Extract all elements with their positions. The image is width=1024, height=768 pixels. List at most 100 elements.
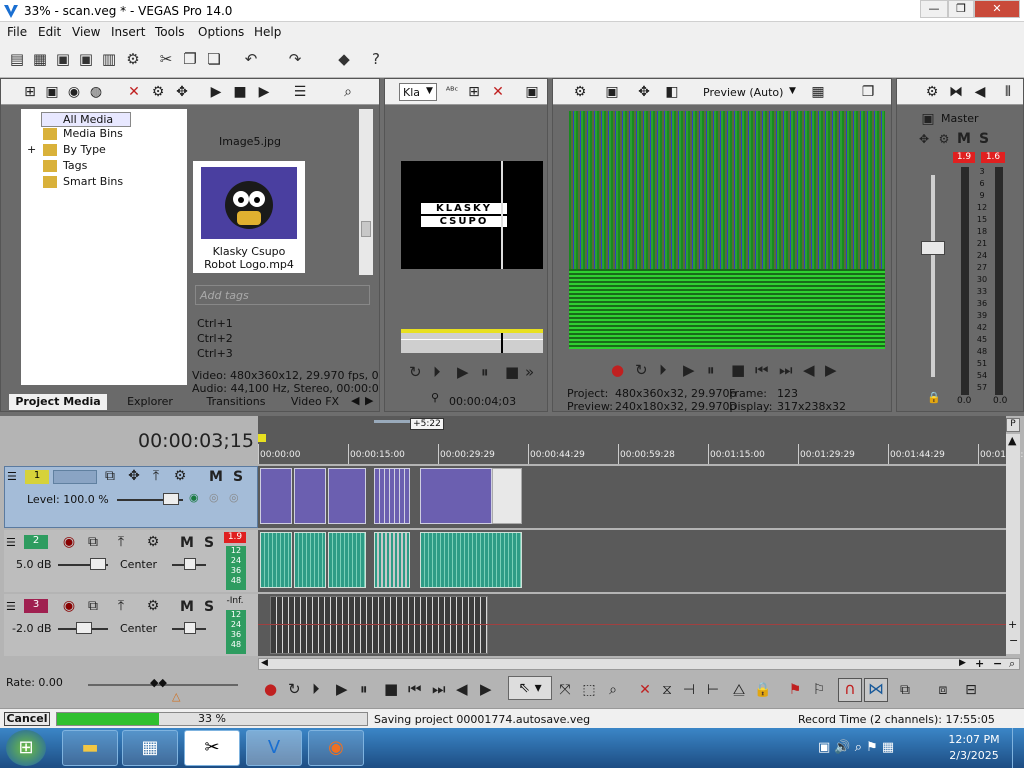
- mixer-faders-icon[interactable]: ⫴: [999, 84, 1017, 100]
- trimmer-media-dropdown[interactable]: Kla ▼: [399, 83, 437, 101]
- add-tags-input[interactable]: Add tags: [195, 285, 370, 305]
- maximize-button[interactable]: ❐: [948, 0, 974, 18]
- insert-marker-icon[interactable]: ⚑: [786, 682, 804, 698]
- track-gear-icon[interactable]: ⚙: [144, 534, 162, 550]
- remove-media-icon[interactable]: ✕: [125, 84, 143, 100]
- overlays-grid-icon[interactable]: ▦: [809, 84, 827, 100]
- child-icon[interactable]: ◎: [229, 491, 239, 504]
- previous-frame-icon[interactable]: ◀: [803, 361, 815, 379]
- ignore-grouping-icon[interactable]: ⊟: [962, 682, 980, 698]
- spell-check-icon[interactable]: ᴬᴮᶜ: [443, 84, 461, 100]
- trim-end-icon[interactable]: ⊢: [704, 682, 722, 698]
- master-mute-button[interactable]: M: [957, 131, 971, 147]
- auto-crossfade-icon[interactable]: ⋈: [864, 678, 888, 702]
- video-clip[interactable]: [328, 468, 366, 524]
- preview-quality-dropdown[interactable]: Preview (Auto): [703, 86, 783, 99]
- play-icon[interactable]: ▶: [336, 680, 348, 698]
- tab-project-media[interactable]: Project Media: [9, 394, 107, 410]
- minimize-button[interactable]: —: [920, 0, 948, 18]
- paste-icon[interactable]: ❏: [205, 50, 223, 68]
- clear-trimmer-icon[interactable]: ✕: [489, 84, 507, 100]
- whats-this-help-icon[interactable]: ?: [367, 50, 385, 68]
- media-gear-icon[interactable]: ⚙: [149, 84, 167, 100]
- trim-icon[interactable]: ⧖: [658, 682, 676, 698]
- zoom-in-icon[interactable]: +: [975, 657, 984, 670]
- split-screen-icon[interactable]: ◧: [663, 84, 681, 100]
- selection-tool-icon[interactable]: ⬚: [580, 682, 598, 698]
- tab-explorer[interactable]: Explorer: [111, 394, 189, 410]
- track-collapse-icon[interactable]: ☰: [6, 600, 16, 613]
- pause-icon[interactable]: ⏸: [360, 680, 368, 698]
- tabs-scroll-left-icon[interactable]: ◀: [351, 394, 359, 407]
- cut-icon[interactable]: ✂: [157, 50, 175, 68]
- tree-item-all-media[interactable]: All Media: [41, 112, 131, 127]
- play-from-start-icon[interactable]: ⏵: [659, 361, 667, 379]
- close-button[interactable]: ✕: [974, 0, 1020, 18]
- stop-icon[interactable]: ■: [505, 363, 519, 381]
- compositing-gear-icon[interactable]: ⚙: [171, 468, 189, 484]
- pause-icon[interactable]: ⏸: [707, 361, 715, 379]
- previous-frame-icon[interactable]: ◀: [456, 680, 468, 698]
- track-fx-icon[interactable]: ⧉: [84, 534, 102, 550]
- expand-icon[interactable]: +: [27, 143, 36, 156]
- play-icon[interactable]: ▶: [683, 361, 695, 379]
- pause-icon[interactable]: ⏸: [481, 363, 489, 381]
- timeline-vertical-scrollbar[interactable]: ▲ + −: [1006, 434, 1020, 654]
- audio-clip[interactable]: [260, 532, 292, 588]
- auto-preview-icon[interactable]: ▶: [255, 84, 273, 100]
- track-2-lane[interactable]: [258, 530, 1006, 592]
- track-1-header[interactable]: ☰ 1 ⧉ ✥ ⤒ ⚙ M S Level: 100.0 % ◉ ◎ ◎: [4, 466, 258, 528]
- tray-icons[interactable]: ▣ 🔊 ⌕ ⚑ ▦: [818, 740, 894, 755]
- video-fx-icon[interactable]: ✥: [635, 84, 653, 100]
- arm-for-record-icon[interactable]: ◉: [60, 598, 78, 614]
- scroll-left-icon[interactable]: ◀: [261, 658, 268, 668]
- slider-handle[interactable]: [163, 493, 179, 505]
- preview-gear-icon[interactable]: ⚙: [571, 84, 589, 100]
- mixer-gear-icon[interactable]: ⚙: [923, 84, 941, 100]
- zoom-out-icon[interactable]: −: [993, 657, 1002, 670]
- play-from-start-icon[interactable]: ⏵: [433, 363, 441, 381]
- region-marker-button[interactable]: P: [1006, 418, 1020, 432]
- capcut-taskbar-icon[interactable]: ✂: [184, 730, 240, 766]
- play-from-start-icon[interactable]: ⏵: [312, 680, 320, 698]
- volume-envelope[interactable]: [258, 624, 1006, 625]
- automation-icon[interactable]: ⤒: [147, 468, 165, 484]
- track-1-mute-button[interactable]: M: [209, 469, 223, 485]
- loop-icon[interactable]: ↻: [635, 361, 648, 379]
- parent-child-icon[interactable]: ◎: [209, 491, 219, 504]
- track-gear-icon[interactable]: ⚙: [144, 598, 162, 614]
- clock-date[interactable]: 2/3/2025: [944, 749, 1004, 762]
- capture-video-icon[interactable]: ▣: [43, 84, 61, 100]
- render-icon[interactable]: ▥: [100, 50, 118, 68]
- track-collapse-icon[interactable]: ☰: [6, 536, 16, 549]
- trimmer-timeline[interactable]: [401, 329, 543, 353]
- image-clip[interactable]: [492, 468, 522, 524]
- lock-icon[interactable]: 🔒: [754, 682, 772, 698]
- menu-insert[interactable]: Insert: [111, 25, 145, 39]
- master-solo-button[interactable]: S: [979, 131, 989, 147]
- track-2-header[interactable]: ☰ 2 ◉ ⧉ ⤒ ⚙ M S 1.9 5.0 dB Center 12 24 …: [4, 530, 258, 592]
- go-to-start-icon[interactable]: ⏮: [408, 680, 422, 698]
- track-3-solo-button[interactable]: S: [204, 599, 214, 615]
- dim-output-icon[interactable]: ◀: [971, 84, 989, 100]
- loop-icon[interactable]: ↻: [288, 680, 301, 698]
- zoom-tool-icon[interactable]: ⌕: [1009, 657, 1015, 671]
- snapping-magnet-icon[interactable]: ∩: [838, 678, 862, 702]
- properties-gear-icon[interactable]: ⚙: [124, 50, 142, 68]
- delete-icon[interactable]: ✕: [636, 682, 654, 698]
- loop-region-bar[interactable]: [374, 420, 410, 423]
- zoom-in-icon[interactable]: +: [1008, 618, 1017, 631]
- go-to-start-icon[interactable]: ⏮: [755, 361, 769, 379]
- next-frame-icon[interactable]: ▶: [480, 680, 492, 698]
- track-2-mute-button[interactable]: M: [180, 535, 194, 551]
- track-motion-icon[interactable]: ⧉: [101, 468, 119, 484]
- video-clip[interactable]: [420, 468, 492, 524]
- master-fx-icon[interactable]: ✥: [915, 131, 933, 147]
- menu-file[interactable]: File: [7, 25, 27, 39]
- normal-edit-tool-button[interactable]: ⇖ ▾: [508, 676, 552, 700]
- cancel-button[interactable]: Cancel: [4, 712, 50, 726]
- menu-options[interactable]: Options: [198, 25, 244, 39]
- menu-edit[interactable]: Edit: [38, 25, 61, 39]
- media-fx-icon[interactable]: ✥: [173, 84, 191, 100]
- vegas-pro-taskbar-icon[interactable]: V: [246, 730, 302, 766]
